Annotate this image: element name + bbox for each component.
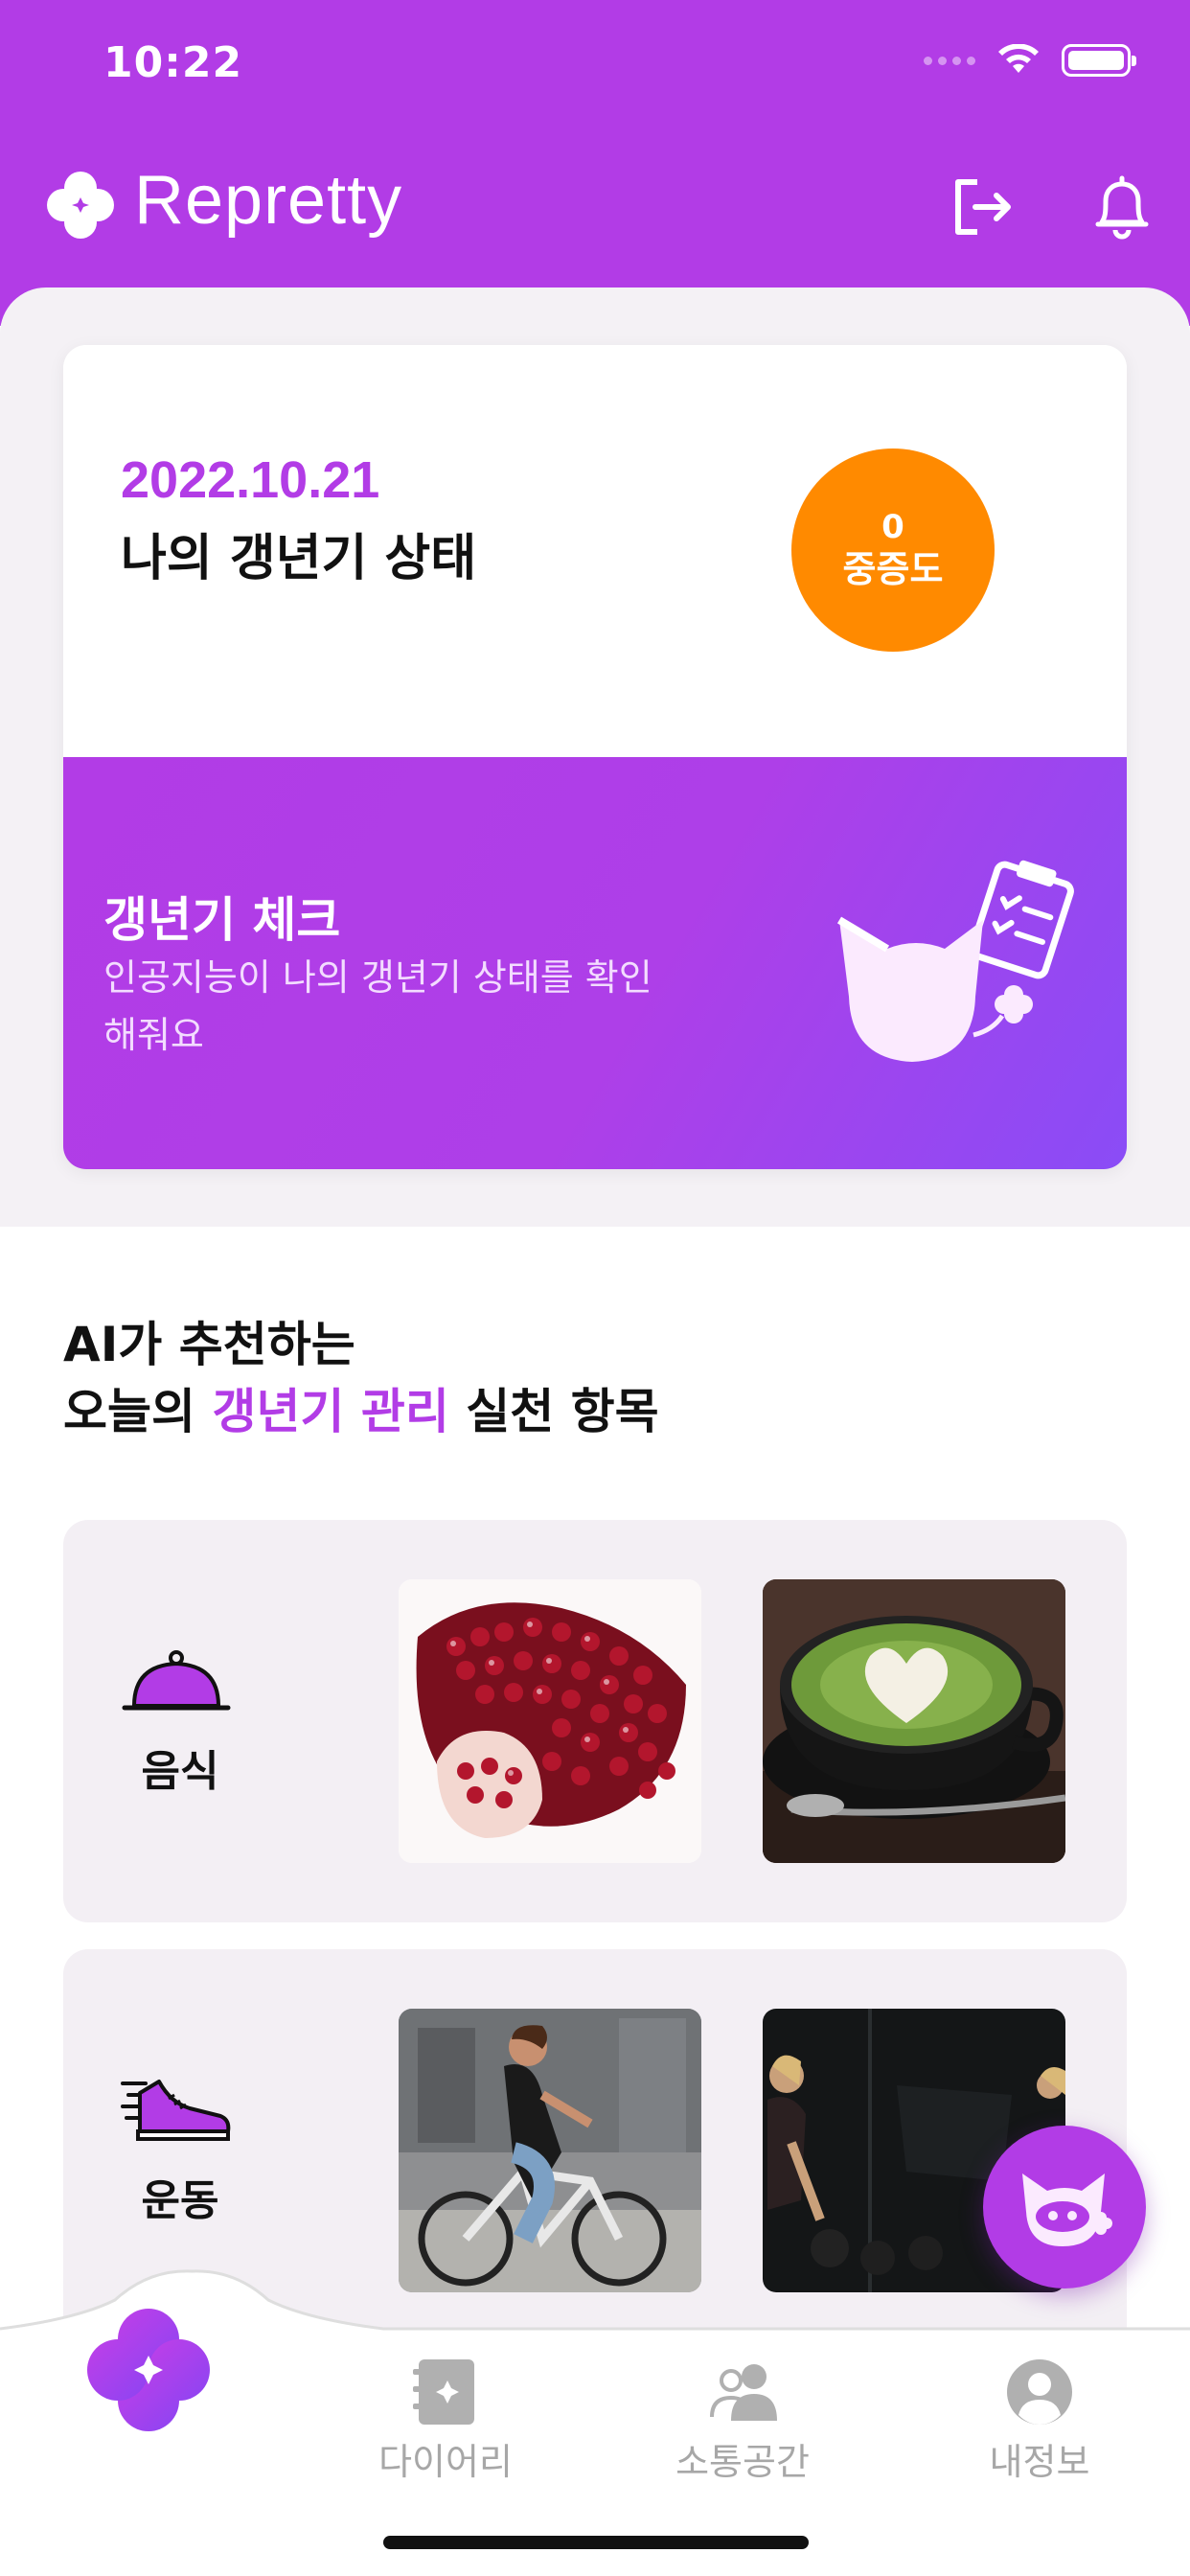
nav-profile[interactable]: 내정보: [925, 2358, 1155, 2485]
food-recommendation-card[interactable]: 음식: [63, 1520, 1127, 1922]
nav-diary-label: 다이어리: [378, 2441, 513, 2483]
sneaker-icon: [121, 2080, 231, 2141]
nav-home[interactable]: [86, 2308, 211, 2432]
heading-line1: AI가 추천하는: [63, 1317, 355, 1372]
check-title: 갱년기 체크: [103, 892, 341, 948]
heading-line2: 오늘의 갱년기 관리 실천 항목: [63, 1378, 659, 1445]
recommendation-heading: AI가 추천하는 오늘의 갱년기 관리 실천 항목: [63, 1311, 659, 1445]
severity-badge: 0 중증도: [791, 448, 995, 652]
bell-icon[interactable]: [1090, 172, 1154, 240]
status-title: 나의 갱년기 상태: [121, 530, 477, 587]
signal-icon: [924, 56, 975, 65]
menopause-status-card[interactable]: 2022.10.21 나의 갱년기 상태 0 중증도 갱년기 체크 인공지능이 …: [63, 345, 1127, 1169]
heading-prefix: 오늘의: [63, 1384, 213, 1439]
home-flower-icon: [87, 2309, 210, 2431]
food-cloche-icon: [122, 1650, 231, 1711]
check-description: 인공지능이 나의 갱년기 상태를 확인해줘요: [103, 956, 652, 1056]
ai-cat-assistant-icon: [1022, 2174, 1112, 2246]
wifi-icon: [998, 44, 1039, 73]
diary-icon: [413, 2359, 474, 2425]
nav-diary[interactable]: 다이어리: [331, 2358, 561, 2485]
severity-label: 중증도: [842, 548, 944, 590]
heading-accent: 갱년기 관리: [212, 1384, 449, 1439]
cycling-woman-photo[interactable]: [399, 2009, 701, 2292]
menopause-check-button[interactable]: 갱년기 체크 인공지능이 나의 갱년기 상태를 확인해줘요: [63, 757, 1127, 1169]
home-indicator[interactable]: [383, 2536, 809, 2549]
app-name: Repretty: [134, 162, 403, 239]
nav-community-label: 소통공간: [675, 2441, 810, 2483]
pomegranate-photo[interactable]: [399, 1579, 701, 1863]
flower-logo-icon: [47, 172, 114, 239]
status-summary: 2022.10.21 나의 갱년기 상태 0 중증도: [63, 345, 1127, 757]
exercise-label: 운동: [141, 2176, 219, 2225]
battery-icon: [1062, 44, 1136, 77]
logout-icon[interactable]: [949, 172, 1018, 242]
bottom-navigation: 다이어리 소통공간 내정보: [0, 2262, 1190, 2576]
status-time: 10:22: [103, 38, 243, 87]
status-indicators: [924, 44, 1136, 77]
heading-suffix: 실천 항목: [448, 1384, 659, 1439]
profile-icon: [1007, 2359, 1072, 2425]
nav-community[interactable]: 소통공간: [628, 2358, 858, 2485]
food-label: 음식: [141, 1747, 219, 1796]
cat-robot-clipboard-icon: [836, 860, 1074, 1062]
matcha-latte-photo[interactable]: [763, 1579, 1065, 1863]
app-header: 10:22 Repretty: [0, 0, 1190, 326]
community-icon: [710, 2364, 777, 2421]
status-date: 2022.10.21: [121, 451, 380, 509]
nav-profile-label: 내정보: [989, 2441, 1090, 2483]
severity-value: 0: [881, 508, 904, 546]
